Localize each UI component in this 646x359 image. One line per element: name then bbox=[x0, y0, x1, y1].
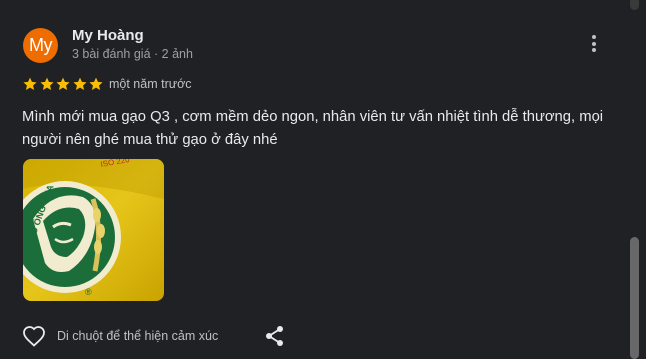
react-hint-label: Di chuột để thể hiện cảm xúc bbox=[57, 329, 219, 343]
share-button[interactable] bbox=[265, 325, 285, 347]
share-icon bbox=[266, 326, 283, 346]
star-icon bbox=[23, 77, 37, 90]
star-icon bbox=[56, 77, 70, 90]
dot bbox=[592, 41, 596, 46]
star-icon bbox=[40, 77, 54, 90]
bag-registered-mark: ® bbox=[85, 287, 92, 297]
avatar[interactable]: My bbox=[23, 28, 58, 63]
review-text: Mình mới mua gạo Q3 , cơm mềm dẻo ngon, … bbox=[22, 109, 604, 148]
react-button[interactable] bbox=[22, 325, 46, 347]
rice-bag-image: ISO 220 GẠO ÔNG CUA VIET NAM ® bbox=[23, 159, 164, 301]
review-panel: My My Hoàng 3 bài đánh giá · 2 ảnh một n… bbox=[0, 0, 646, 359]
star-icon bbox=[89, 77, 103, 90]
star-icon bbox=[73, 77, 87, 90]
review-photo[interactable]: ISO 220 GẠO ÔNG CUA VIET NAM ® bbox=[23, 159, 164, 301]
author-meta: 3 bài đánh giá · 2 ảnh bbox=[72, 47, 193, 61]
review-time: một năm trước bbox=[109, 77, 192, 91]
dot bbox=[592, 48, 596, 52]
bag-origin-text: VIET NAM bbox=[57, 279, 76, 284]
scrollbar-top-cap bbox=[630, 0, 639, 10]
star-rating bbox=[22, 76, 105, 92]
more-options-button[interactable] bbox=[584, 35, 604, 57]
dot bbox=[592, 35, 596, 39]
heart-outline-icon bbox=[23, 326, 45, 347]
scrollbar-thumb[interactable] bbox=[630, 237, 639, 359]
author-name[interactable]: My Hoàng bbox=[72, 27, 144, 44]
review-card: My My Hoàng 3 bài đánh giá · 2 ảnh một n… bbox=[0, 0, 622, 359]
